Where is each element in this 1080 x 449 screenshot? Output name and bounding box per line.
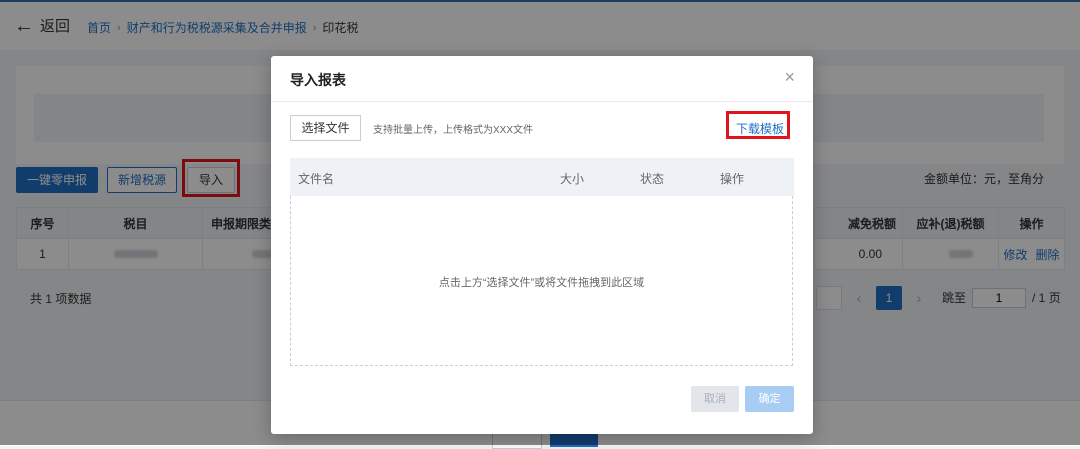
file-drop-zone[interactable]: 点击上方“选择文件”或将文件拖拽到此区域 [290,196,793,366]
col-file-action: 操作 [720,172,745,186]
choose-file-button[interactable]: 选择文件 [290,115,361,141]
file-list-header: 文件名 大小 状态 操作 [290,158,794,196]
cancel-button[interactable]: 取消 [691,386,739,412]
import-dialog: 导入报表 × 选择文件 支持批量上传，上传格式为XXX文件 下载模板 文件名 大… [271,56,813,434]
dialog-header: 导入报表 × [271,56,813,102]
col-file-size: 大小 [560,172,585,186]
download-template-link[interactable]: 下载模板 [736,120,784,137]
close-icon[interactable]: × [784,68,795,86]
drop-zone-text: 点击上方“选择文件”或将文件拖拽到此区域 [438,277,645,289]
dialog-title: 导入报表 [290,72,346,88]
col-file-status: 状态 [640,172,665,186]
upload-hint: 支持批量上传，上传格式为XXX文件 [373,125,534,136]
confirm-button[interactable]: 确定 [745,386,794,412]
col-file-name: 文件名 [298,172,335,186]
